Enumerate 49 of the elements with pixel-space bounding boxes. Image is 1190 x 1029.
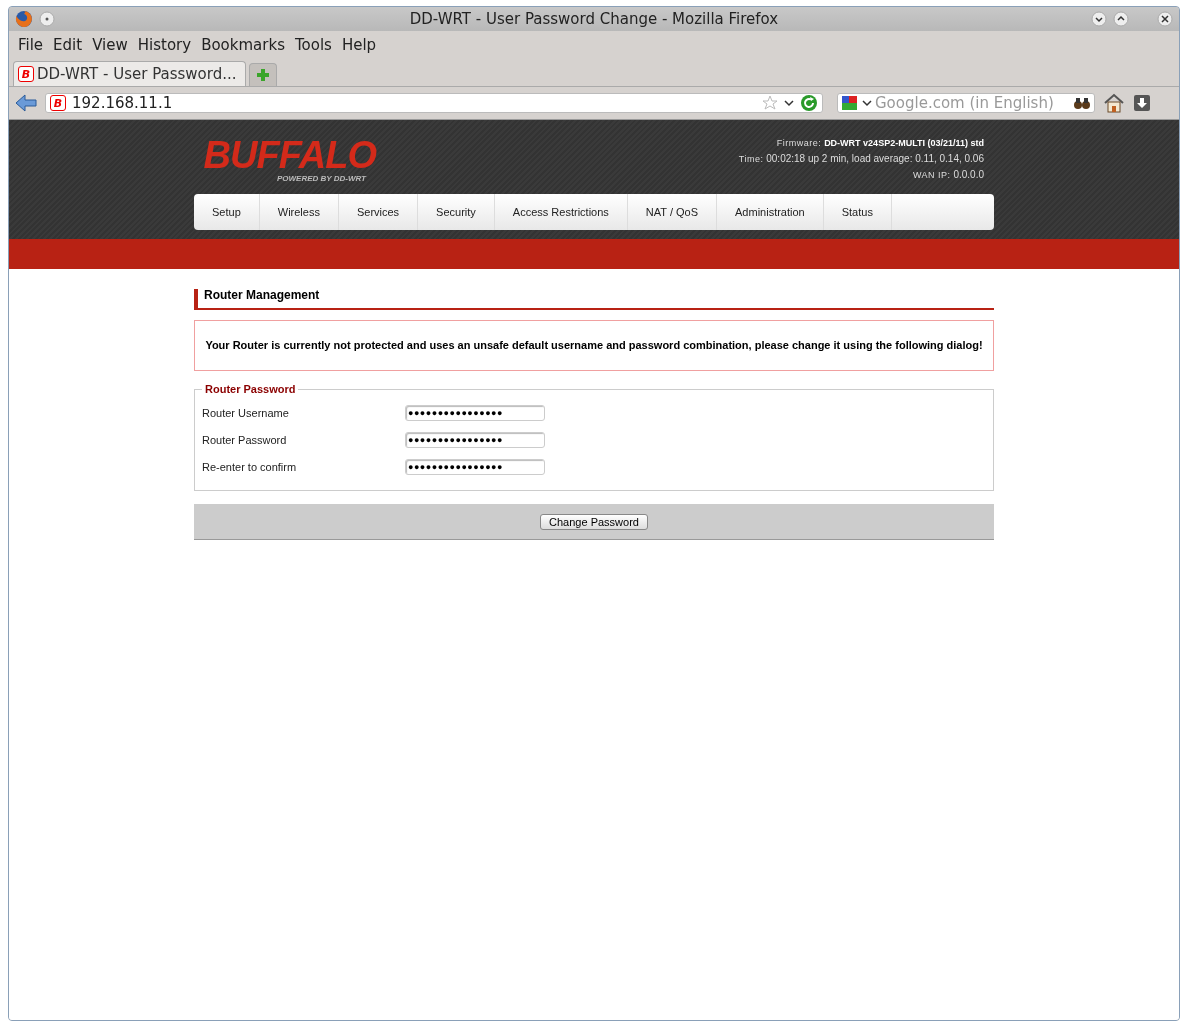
maximize-icon[interactable] bbox=[1113, 11, 1129, 27]
nav-tab[interactable]: Security bbox=[418, 194, 495, 230]
favicon-icon: B bbox=[50, 95, 66, 111]
menu-item[interactable]: History bbox=[132, 36, 197, 54]
search-engine-icon[interactable] bbox=[841, 95, 859, 111]
star-icon[interactable] bbox=[762, 95, 778, 111]
nav-tab[interactable]: Wireless bbox=[259, 194, 339, 230]
menu-item[interactable]: View bbox=[87, 36, 133, 54]
binoculars-icon[interactable] bbox=[1073, 96, 1091, 110]
group-legend: Router Password bbox=[202, 383, 299, 395]
search-field[interactable]: Google.com (in English) bbox=[837, 93, 1095, 113]
browser-tab[interactable]: B DD-WRT - User Password... bbox=[13, 61, 246, 86]
menu-item[interactable]: File bbox=[13, 36, 49, 54]
menu-item[interactable]: Bookmarks bbox=[196, 36, 290, 54]
nav-tab[interactable]: Status bbox=[823, 194, 892, 230]
section-title: Router Management bbox=[194, 289, 994, 310]
reload-icon[interactable] bbox=[800, 94, 818, 112]
dropdown-caret-icon[interactable] bbox=[862, 98, 872, 108]
router-info-text: Firmware: DD-WRT v24SP2-MULTI (03/21/11) std bbox=[776, 137, 984, 150]
nav-tab[interactable]: Services bbox=[338, 194, 419, 230]
password-field[interactable]: ●●●●●●●●●●●●●●●● bbox=[405, 458, 545, 475]
download-icon[interactable] bbox=[1133, 94, 1151, 112]
router-info-text: Time: 00:02:18 up 2 min, load average: 0.11, 0.14, 0.06 bbox=[738, 152, 984, 166]
field-label: Router Password bbox=[202, 433, 288, 446]
router-info-text: WAN IP: 0.0.0.0 bbox=[912, 168, 984, 182]
menu-item[interactable]: Edit bbox=[48, 36, 88, 54]
minimize-icon[interactable] bbox=[1091, 11, 1107, 27]
change-password-button[interactable]: Change Password bbox=[540, 513, 648, 530]
warning-message: Your Router is currently not protected and uses an unsafe default username and password combination, please change it using the following dialog! bbox=[194, 320, 994, 371]
firefox-icon bbox=[15, 10, 33, 28]
field-label: Re-enter to confirm bbox=[202, 460, 298, 473]
menu-item[interactable]: Tools bbox=[289, 36, 337, 54]
home-icon[interactable] bbox=[1103, 93, 1125, 113]
brand-logo: BUFFALO bbox=[203, 136, 376, 174]
nav-tab[interactable]: Administration bbox=[717, 194, 824, 230]
close-icon[interactable] bbox=[1157, 11, 1173, 27]
window-title: DD-WRT - User Password Change - Mozilla Firefox bbox=[409, 10, 779, 28]
field-label: Router Username bbox=[202, 406, 290, 419]
logo-tagline: POWERED BY DD-WRT bbox=[276, 174, 366, 183]
nav-tab[interactable]: Access Restrictions bbox=[494, 194, 628, 230]
dropdown-caret-icon[interactable] bbox=[784, 98, 794, 108]
back-arrow-icon[interactable] bbox=[15, 94, 37, 112]
address-bar[interactable]: B 192.168.11.1 bbox=[45, 93, 823, 113]
password-field[interactable]: ●●●●●●●●●●●●●●●● bbox=[405, 431, 545, 448]
favicon-icon: B bbox=[18, 66, 34, 82]
nav-tab[interactable]: NAT / QoS bbox=[627, 194, 717, 230]
password-field[interactable]: ●●●●●●●●●●●●●●●● bbox=[405, 404, 545, 421]
nav-tab[interactable]: Setup bbox=[194, 194, 260, 230]
menu-item[interactable]: Help bbox=[336, 36, 382, 54]
